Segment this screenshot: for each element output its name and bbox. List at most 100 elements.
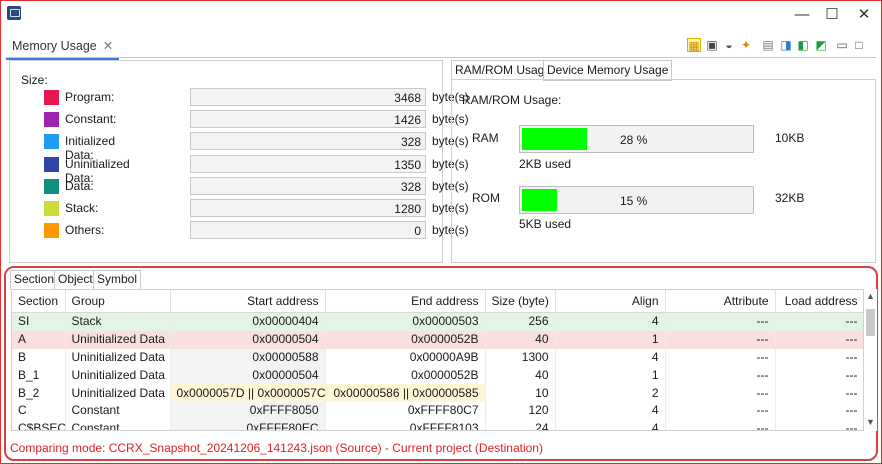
tab-object[interactable]: Object [54,270,97,290]
tab-device-memory-usage[interactable]: Device Memory Usage [543,60,673,81]
table-row[interactable]: B Uninitialized Data 0x00000588 0x00000A9B 1… [12,348,863,367]
size-value-field: 3468 [190,88,426,106]
tab-section[interactable]: Section [10,270,59,290]
table-cell: 4 [555,419,666,430]
table-cell: Constant [65,419,171,430]
memory-usage-tab-label: Memory Usage [12,39,97,53]
ram-total: 10KB [775,131,805,145]
table-row[interactable]: B_2 Uninitialized Data 0x0000057D || 0x000… [12,384,863,402]
ram-rom-tabs: RAM/ROM Usage Device Memory Usage [451,60,875,81]
close-tab-icon[interactable]: ✕ [103,39,113,53]
maximize-view-icon[interactable]: □ [852,38,866,52]
section-table: Section Group Start address End address Size… [12,290,863,430]
size-value: 328 [400,135,421,150]
table-row[interactable]: B_1 Uninitialized Data 0x00000504 0x0000052… [12,366,863,385]
table-cell: --- [775,366,863,385]
table-cell: C$BSEC [12,419,66,430]
size-value-field: 1426 [190,110,426,129]
table-cell: Uninitialized Data [65,384,171,402]
scroll-down-icon[interactable]: ▼ [866,417,875,427]
tab-ram-rom-usage[interactable]: RAM/ROM Usage [451,60,556,81]
open-folder-icon[interactable]: ◒ [722,38,736,52]
rom-total: 32KB [775,191,805,205]
table-cell: 256 [485,312,556,331]
legend-swatch [44,201,59,216]
maximize-button[interactable]: ☐ [820,6,844,26]
table-cell: B_2 [12,384,66,402]
table-row[interactable]: SI Stack 0x00000404 0x00000503 256 4 --- --- [12,312,863,331]
column-header[interactable]: Align [555,290,666,313]
column-header[interactable]: Load address [775,290,863,313]
table-cell: 1 [555,366,666,385]
table-cell: A [12,330,66,349]
table-row[interactable]: A Uninitialized Data 0x00000504 0x0000052B 4… [12,330,863,349]
app-icon [7,6,21,20]
size-value-field: 328 [190,176,426,195]
layout-icon[interactable]: ▦ [687,38,701,53]
minimize-button[interactable]: — [790,6,814,26]
ram-usage-fill [522,128,587,150]
table-cell: Stack [65,312,171,331]
legend-swatch [44,223,59,239]
table-row[interactable]: C$BSEC Constant 0xFFFF80EC 0xFFFF8103 24 4 ---… [12,419,863,430]
memory-usage-tab[interactable]: Memory Usage ✕ [6,36,120,60]
export-icon[interactable]: ◩ [814,38,828,52]
import-icon[interactable]: ◧ [796,38,810,52]
table-cell: 0x0000052B [325,330,486,349]
refresh-icon[interactable]: ✦ [739,38,753,52]
table-cell: 0x00000504 [170,330,326,349]
table-cell: --- [775,330,863,349]
tab-symbol[interactable]: Symbol [93,270,142,290]
legend-swatch [44,178,59,194]
table-cell: C [12,401,66,420]
size-value: 0 [414,224,421,239]
table-cell: 0x0000052B [325,366,486,385]
table-cell: 2 [555,384,666,402]
table-cell: 0xFFFF80C7 [325,401,486,420]
table-cell: 0x00000503 [325,312,486,331]
table-cell: --- [665,401,776,420]
ram-rom-title: RAM/ROM Usage: [462,93,562,107]
table-cell: --- [665,330,776,349]
scroll-up-icon[interactable]: ▲ [866,291,875,301]
size-value: 1280 [394,202,421,216]
rom-usage-fill [522,189,557,211]
table-cell: 0x0000057D || 0x0000057C [170,384,326,402]
size-row-label: Constant: [65,112,117,127]
size-value-field: 1350 [190,154,426,173]
column-header[interactable]: Size (byte) [485,290,556,313]
minimize-view-icon[interactable]: ▭ [835,38,849,52]
table-cell: 4 [555,401,666,420]
rom-percent: 15 % [620,194,648,208]
table-cell: --- [665,366,776,385]
column-header[interactable]: Start address [170,290,326,313]
table-header-row: Section Group Start address End address Size… [12,290,863,313]
scrollbar-thumb[interactable] [866,309,875,336]
table-cell: --- [665,419,776,430]
ram-used: 2KB used [519,157,572,171]
table-cell: 1300 [485,348,556,367]
vertical-scrollbar[interactable]: ▲ ▼ [864,289,877,431]
table-cell: 0x00000588 [170,348,326,367]
table-cell: --- [775,312,863,331]
table-cell: --- [665,384,776,402]
size-value: 3468 [394,91,421,105]
table-cell: 0xFFFF80EC [170,419,326,430]
size-value-field: 0 [190,221,426,240]
column-header[interactable]: End address [325,290,486,313]
column-header[interactable]: Section [12,290,66,313]
document-icon[interactable]: ▤ [761,38,775,52]
size-row-label: Stack: [65,201,99,215]
close-window-button[interactable]: ✕ [852,6,876,26]
table-cell: 0x00000404 [170,312,326,331]
compare-icon[interactable]: ◨ [779,38,793,52]
table-cell: 40 [485,366,556,385]
table-row[interactable]: C Constant 0xFFFF8050 0xFFFF80C7 120 4 --- --- [12,401,863,420]
legend-swatch [44,134,59,150]
column-header[interactable]: Group [65,290,171,313]
column-header[interactable]: Attribute [665,290,776,313]
table-cell: Uninitialized Data [65,366,171,385]
table-cell: 4 [555,348,666,367]
table-cell: 4 [555,312,666,331]
copy-icon[interactable]: ▣ [705,38,719,52]
